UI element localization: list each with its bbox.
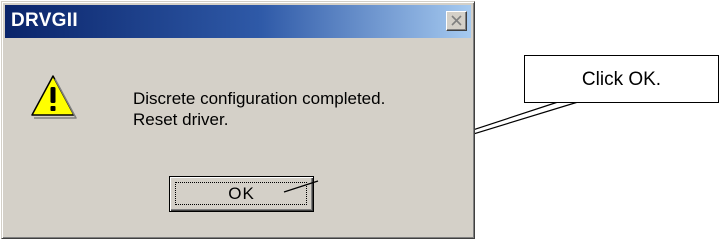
close-x-icon	[451, 15, 462, 26]
title-bar[interactable]: DRVGII	[5, 5, 471, 38]
callout-text: Click OK.	[581, 69, 662, 90]
callout-box: Click OK.	[524, 55, 719, 103]
warning-exclamation-icon	[29, 73, 77, 124]
message-line-1: Discrete configuration completed.	[133, 89, 386, 108]
message-dialog: DRVGII Discrete configuration completed.…	[1, 1, 475, 239]
ok-button[interactable]: OK	[169, 176, 314, 212]
dialog-title: DRVGII	[11, 10, 78, 31]
dialog-message: Discrete configuration completed. Reset …	[133, 88, 385, 130]
close-button[interactable]	[446, 11, 467, 31]
message-line-2: Reset driver.	[133, 110, 229, 129]
ok-button-label: OK	[228, 184, 255, 203]
